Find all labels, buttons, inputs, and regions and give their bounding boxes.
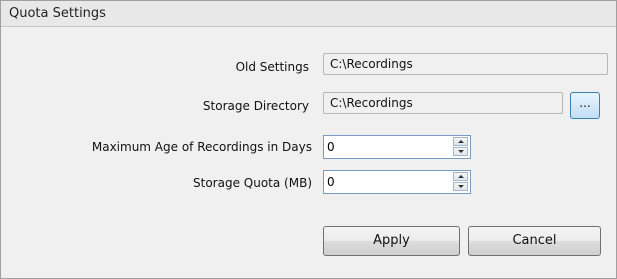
apply-button[interactable]: Apply <box>323 226 460 256</box>
old-settings-label: Old Settings <box>235 60 309 74</box>
arrow-down-icon <box>458 185 464 188</box>
storage-quota-input[interactable] <box>327 174 437 190</box>
panel-title: Quota Settings <box>9 6 106 21</box>
arrow-up-icon <box>458 175 464 178</box>
storage-quota-label: Storage Quota (MB) <box>193 176 312 190</box>
storage-directory-field: C:\Recordings <box>323 92 563 114</box>
quota-settings-panel: Quota Settings Old Settings C:\Recording… <box>0 0 617 279</box>
arrow-down-icon <box>458 150 464 153</box>
max-age-decrement-button[interactable] <box>453 147 468 156</box>
storage-quota-spinbox[interactable] <box>323 170 471 194</box>
arrow-up-icon <box>458 140 464 143</box>
old-settings-field: C:\Recordings <box>323 53 608 75</box>
panel-header: Quota Settings <box>1 1 616 27</box>
storage-quota-increment-button[interactable] <box>453 172 468 181</box>
cancel-button[interactable]: Cancel <box>468 226 601 256</box>
browse-button[interactable]: ... <box>570 92 600 119</box>
max-age-input[interactable] <box>327 139 437 155</box>
storage-directory-label: Storage Directory <box>202 99 309 113</box>
max-age-label: Maximum Age of Recordings in Days <box>91 140 312 154</box>
storage-quota-decrement-button[interactable] <box>453 182 468 191</box>
max-age-increment-button[interactable] <box>453 137 468 146</box>
max-age-spinbox[interactable] <box>323 135 471 159</box>
